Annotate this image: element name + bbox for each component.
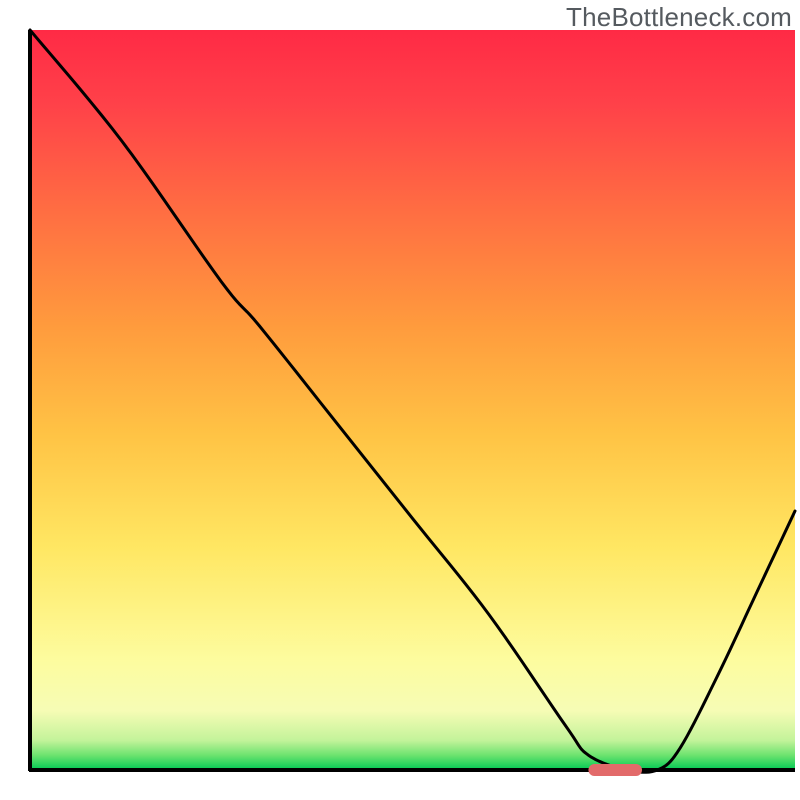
watermark-text: TheBottleneck.com [566, 2, 792, 33]
chart-container: TheBottleneck.com [0, 0, 800, 800]
marker-pill [588, 764, 642, 776]
chart-svg [0, 0, 800, 800]
chart-background [30, 30, 795, 770]
